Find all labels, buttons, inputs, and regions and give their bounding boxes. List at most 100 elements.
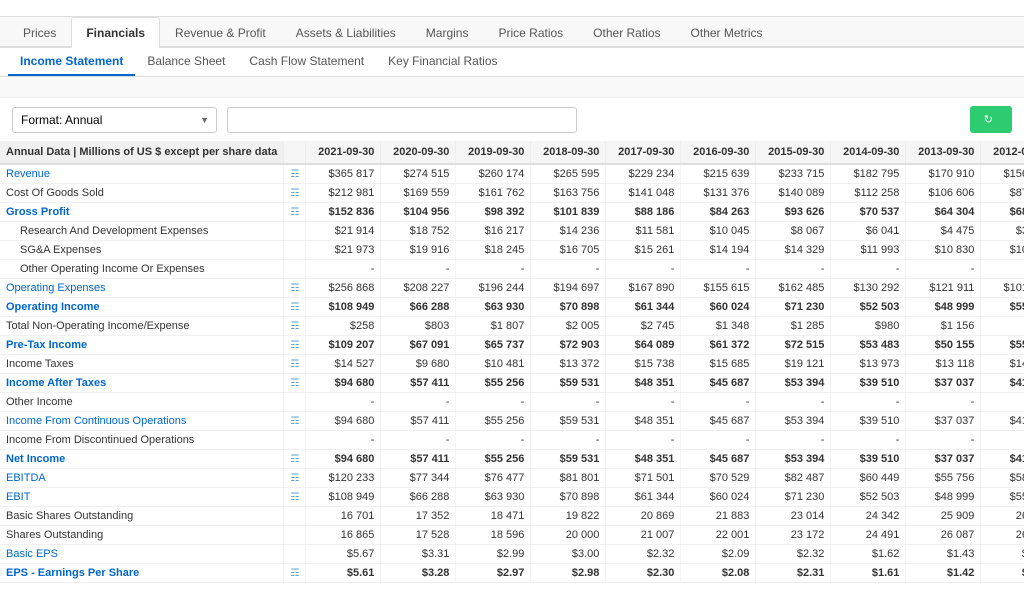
row-value: $196 244 bbox=[456, 279, 531, 298]
chart-icon-cell[interactable]: ☶ bbox=[284, 564, 306, 583]
row-value: $55 763 bbox=[981, 336, 1024, 355]
table-row: Income From Continuous Operations☶$94 68… bbox=[0, 412, 1024, 431]
table-row: Income Taxes☶$14 527$9 680$10 481$13 372… bbox=[0, 355, 1024, 374]
row-value: 26 087 bbox=[906, 526, 981, 545]
chart-icon-cell[interactable]: ☶ bbox=[284, 164, 306, 184]
row-value: $215 639 bbox=[681, 164, 756, 184]
row-value: $1.42 bbox=[906, 564, 981, 583]
row-value: $152 836 bbox=[306, 203, 381, 222]
chart-icon[interactable]: ☶ bbox=[290, 302, 299, 313]
tab-balance-sheet[interactable]: Balance Sheet bbox=[135, 48, 237, 76]
row-value: $45 687 bbox=[681, 450, 756, 469]
row-label: SG&A Expenses bbox=[0, 241, 284, 260]
col-header-2014-09-30: 2014-09-30 bbox=[831, 141, 906, 164]
nav-tab-prices[interactable]: Prices bbox=[8, 17, 71, 48]
row-label: Income Taxes bbox=[0, 355, 284, 374]
row-value: $21 973 bbox=[306, 241, 381, 260]
row-value: $57 411 bbox=[381, 450, 456, 469]
chart-icon-cell bbox=[284, 260, 306, 279]
nav-tab-financials[interactable]: Financials bbox=[71, 17, 160, 48]
chart-icon[interactable]: ☶ bbox=[290, 321, 299, 332]
row-value: $194 697 bbox=[531, 279, 606, 298]
chart-icon[interactable]: ☶ bbox=[290, 359, 299, 370]
row-value: $48 999 bbox=[906, 488, 981, 507]
row-value: - bbox=[381, 260, 456, 279]
row-value: $156 508 bbox=[981, 164, 1024, 184]
row-value: 26 470 bbox=[981, 526, 1024, 545]
nav-tab-price-ratios[interactable]: Price Ratios bbox=[483, 17, 578, 48]
chart-icon[interactable]: ☶ bbox=[290, 416, 299, 427]
row-value: $208 227 bbox=[381, 279, 456, 298]
chart-icon[interactable]: ☶ bbox=[290, 378, 299, 389]
view-annual-reports-button[interactable]: ↻ bbox=[970, 106, 1012, 133]
nav-tab-revenue-and-profit[interactable]: Revenue & Profit bbox=[160, 17, 281, 48]
chart-icon-cell[interactable]: ☶ bbox=[284, 488, 306, 507]
row-value: $55 241 bbox=[981, 298, 1024, 317]
row-value: $2.32 bbox=[756, 545, 831, 564]
chart-icon-cell[interactable]: ☶ bbox=[284, 374, 306, 393]
row-value: $53 394 bbox=[756, 450, 831, 469]
row-value: $82 487 bbox=[756, 469, 831, 488]
tab-income-statement[interactable]: Income Statement bbox=[8, 48, 135, 76]
row-value: 19 822 bbox=[531, 507, 606, 526]
row-value: $161 762 bbox=[456, 184, 531, 203]
chart-icon-cell[interactable]: ☶ bbox=[284, 469, 306, 488]
chart-icon[interactable]: ☶ bbox=[290, 454, 299, 465]
nav-tab-other-ratios[interactable]: Other Ratios bbox=[578, 17, 675, 48]
chart-icon[interactable]: ☶ bbox=[290, 207, 299, 218]
row-value: $55 756 bbox=[906, 469, 981, 488]
row-value: $2.99 bbox=[456, 545, 531, 564]
nav-tab-assets-and-liabilities[interactable]: Assets & Liabilities bbox=[281, 17, 411, 48]
row-value: $6 041 bbox=[831, 222, 906, 241]
ticker-search-input[interactable] bbox=[227, 107, 577, 133]
row-value: $16 217 bbox=[456, 222, 531, 241]
row-label: Research And Development Expenses bbox=[0, 222, 284, 241]
row-value: - bbox=[531, 431, 606, 450]
row-value: $53 483 bbox=[831, 336, 906, 355]
tab-cash-flow-statement[interactable]: Cash Flow Statement bbox=[237, 48, 376, 76]
chart-icon-cell[interactable]: ☶ bbox=[284, 336, 306, 355]
row-value: - bbox=[906, 260, 981, 279]
chart-icon[interactable]: ☶ bbox=[290, 568, 299, 579]
top-nav: PricesFinancialsRevenue & ProfitAssets &… bbox=[0, 17, 1024, 48]
chart-icon[interactable]: ☶ bbox=[290, 188, 299, 199]
format-select[interactable]: Format: Annual Format: Quarterly Format:… bbox=[12, 107, 217, 133]
chart-icon-cell[interactable]: ☶ bbox=[284, 203, 306, 222]
chart-icon-cell[interactable]: ☶ bbox=[284, 184, 306, 203]
chart-icon[interactable]: ☶ bbox=[290, 473, 299, 484]
chart-icon-cell[interactable]: ☶ bbox=[284, 298, 306, 317]
row-value: $18 752 bbox=[381, 222, 456, 241]
table-row: Pre-Tax Income☶$109 207$67 091$65 737$72… bbox=[0, 336, 1024, 355]
row-value: $106 606 bbox=[906, 184, 981, 203]
nav-tab-margins[interactable]: Margins bbox=[411, 17, 484, 48]
chart-icon-cell[interactable]: ☶ bbox=[284, 279, 306, 298]
row-value: $2 005 bbox=[531, 317, 606, 336]
row-value: - bbox=[756, 431, 831, 450]
chart-icon-cell[interactable]: ☶ bbox=[284, 355, 306, 374]
row-value: $13 973 bbox=[831, 355, 906, 374]
row-value: $61 344 bbox=[606, 488, 681, 507]
row-value: 21 007 bbox=[606, 526, 681, 545]
row-value: $72 515 bbox=[756, 336, 831, 355]
row-value: $45 687 bbox=[681, 412, 756, 431]
chart-icon[interactable]: ☶ bbox=[290, 283, 299, 294]
chart-icon-cell[interactable]: ☶ bbox=[284, 317, 306, 336]
chart-icon-cell bbox=[284, 241, 306, 260]
row-value: $10 045 bbox=[681, 222, 756, 241]
table-row: SG&A Expenses$21 973$19 916$18 245$16 70… bbox=[0, 241, 1024, 260]
nav-tab-other-metrics[interactable]: Other Metrics bbox=[676, 17, 778, 48]
row-value: $155 615 bbox=[681, 279, 756, 298]
chart-icon-cell[interactable]: ☶ bbox=[284, 412, 306, 431]
tab-key-financial-ratios[interactable]: Key Financial Ratios bbox=[376, 48, 509, 76]
row-value: $87 846 bbox=[981, 184, 1024, 203]
row-value: $2.98 bbox=[531, 564, 606, 583]
row-value: $72 903 bbox=[531, 336, 606, 355]
row-value: $14 194 bbox=[681, 241, 756, 260]
row-value: $77 344 bbox=[381, 469, 456, 488]
row-value: $2.31 bbox=[756, 564, 831, 583]
chart-icon-cell[interactable]: ☶ bbox=[284, 450, 306, 469]
chart-icon[interactable]: ☶ bbox=[290, 492, 299, 503]
chart-icon[interactable]: ☶ bbox=[290, 340, 299, 351]
row-value: $2.32 bbox=[606, 545, 681, 564]
chart-icon[interactable]: ☶ bbox=[290, 169, 299, 180]
